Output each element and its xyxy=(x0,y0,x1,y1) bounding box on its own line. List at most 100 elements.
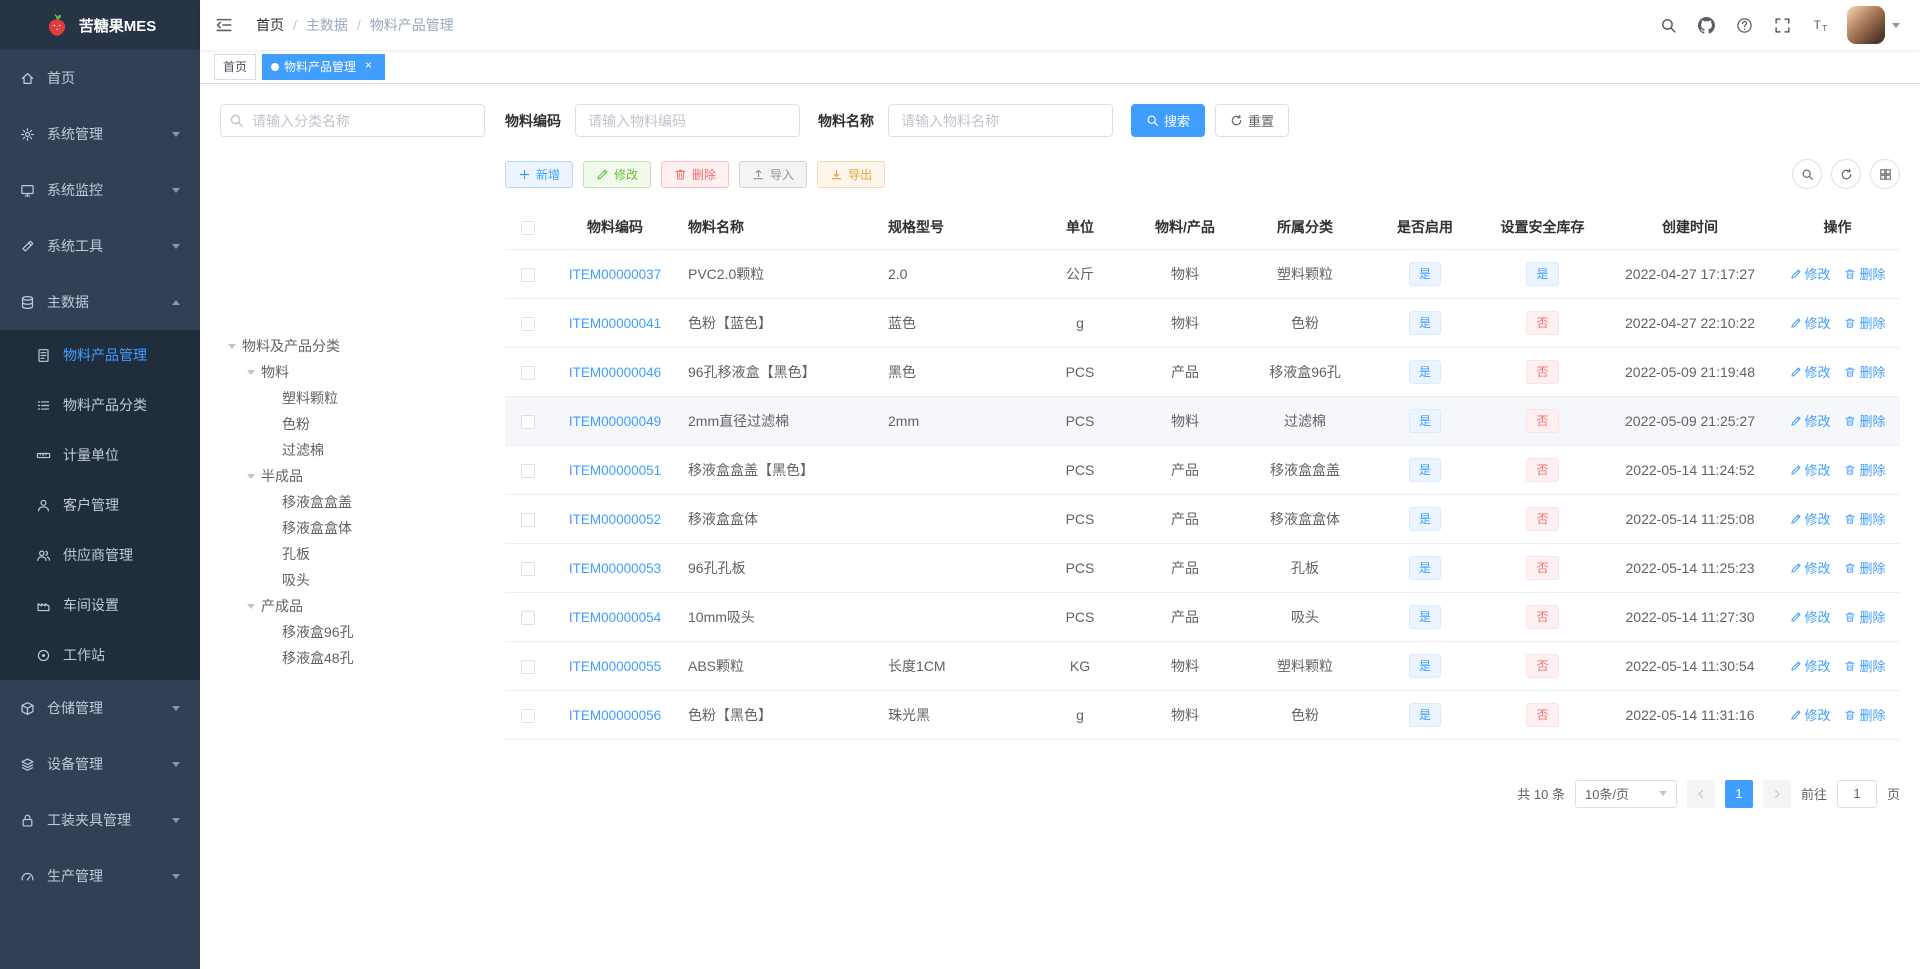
row-delete-link[interactable]: 删除 xyxy=(1844,362,1885,381)
row-delete-link[interactable]: 删除 xyxy=(1844,264,1885,283)
tree-root-node[interactable]: 物料及产品分类 xyxy=(220,333,485,359)
tree-leaf[interactable]: 移液盒96孔 xyxy=(220,619,485,645)
item-code-link[interactable]: ITEM00000041 xyxy=(569,316,661,331)
app-logo[interactable]: 苦糖果MES xyxy=(0,0,200,50)
close-tab-icon[interactable] xyxy=(361,59,376,74)
row-delete-link[interactable]: 删除 xyxy=(1844,460,1885,479)
item-code-link[interactable]: ITEM00000056 xyxy=(569,708,661,723)
search-button[interactable]: 搜索 xyxy=(1131,104,1206,137)
table-row[interactable]: ITEM00000049 2mm直径过滤棉 2mm PCS 物料 过滤棉 是 否… xyxy=(505,396,1900,446)
material-name-input[interactable] xyxy=(888,104,1113,137)
item-code-link[interactable]: ITEM00000051 xyxy=(569,463,661,478)
row-checkbox[interactable] xyxy=(520,463,535,478)
column-settings-button[interactable] xyxy=(1870,159,1900,189)
row-checkbox[interactable] xyxy=(520,512,535,527)
tree-leaf[interactable]: 移液盒盒体 xyxy=(220,515,485,541)
item-code-link[interactable]: ITEM00000052 xyxy=(569,512,661,527)
item-code-link[interactable]: ITEM00000053 xyxy=(569,561,661,576)
row-delete-link[interactable]: 删除 xyxy=(1844,509,1885,528)
export-button[interactable]: 导出 xyxy=(817,160,886,188)
tree-leaf[interactable]: 孔板 xyxy=(220,541,485,567)
item-code-link[interactable]: ITEM00000037 xyxy=(569,267,661,282)
row-checkbox[interactable] xyxy=(520,414,535,429)
delete-button[interactable]: 删除 xyxy=(661,160,730,188)
help-button[interactable] xyxy=(1725,0,1763,50)
fullscreen-button[interactable] xyxy=(1763,0,1801,50)
table-row[interactable]: ITEM00000051 移液盒盒盖【黑色】 PCS 产品 移液盒盒盖 是 否 … xyxy=(505,445,1900,495)
page-size-select[interactable]: 10条/页 xyxy=(1574,779,1677,808)
sidebar-item-system-monitor[interactable]: 系统监控 xyxy=(0,162,200,218)
table-row[interactable]: ITEM00000041 色粉【蓝色】 蓝色 g 物料 色粉 是 否 2022-… xyxy=(505,298,1900,348)
row-edit-link[interactable]: 修改 xyxy=(1790,656,1831,675)
refresh-table-button[interactable] xyxy=(1831,159,1861,189)
page-1-button[interactable]: 1 xyxy=(1724,779,1753,808)
tree-group-semifinished[interactable]: 半成品 xyxy=(220,463,485,489)
row-edit-link[interactable]: 修改 xyxy=(1790,558,1831,577)
item-code-link[interactable]: ITEM00000055 xyxy=(569,659,661,674)
tree-leaf[interactable]: 色粉 xyxy=(220,411,485,437)
row-delete-link[interactable]: 删除 xyxy=(1844,705,1885,724)
sidebar-item-system-management[interactable]: 系统管理 xyxy=(0,106,200,162)
sidebar-toggle-button[interactable] xyxy=(200,0,248,50)
reset-button[interactable]: 重置 xyxy=(1215,104,1290,137)
row-checkbox[interactable] xyxy=(520,561,535,576)
import-button[interactable]: 导入 xyxy=(739,160,808,188)
tree-leaf[interactable]: 吸头 xyxy=(220,567,485,593)
tree-leaf[interactable]: 移液盒盒盖 xyxy=(220,489,485,515)
item-code-link[interactable]: ITEM00000046 xyxy=(569,365,661,380)
tree-leaf[interactable]: 移液盒48孔 xyxy=(220,645,485,671)
row-delete-link[interactable]: 删除 xyxy=(1844,656,1885,675)
table-row[interactable]: ITEM00000055 ABS颗粒 长度1CM KG 物料 塑料颗粒 是 否 … xyxy=(505,641,1900,691)
row-edit-link[interactable]: 修改 xyxy=(1790,460,1831,479)
sidebar-item-home[interactable]: 首页 xyxy=(0,50,200,106)
tree-group-finished[interactable]: 产成品 xyxy=(220,593,485,619)
item-code-link[interactable]: ITEM00000054 xyxy=(569,610,661,625)
font-size-button[interactable] xyxy=(1801,0,1839,50)
sidebar-item-fixture-management[interactable]: 工装夹具管理 xyxy=(0,792,200,848)
user-avatar[interactable] xyxy=(1847,6,1885,44)
item-code-link[interactable]: ITEM00000049 xyxy=(569,414,661,429)
select-all-checkbox[interactable] xyxy=(520,220,535,235)
add-button[interactable]: 新增 xyxy=(505,160,574,188)
row-edit-link[interactable]: 修改 xyxy=(1790,313,1831,332)
row-edit-link[interactable]: 修改 xyxy=(1790,705,1831,724)
sidebar-subitem-supplier-management[interactable]: 供应商管理 xyxy=(0,530,200,580)
goto-page-input[interactable] xyxy=(1836,779,1877,808)
sidebar-subitem-material-product-category[interactable]: 物料产品分类 xyxy=(0,380,200,430)
github-link[interactable] xyxy=(1687,0,1725,50)
row-delete-link[interactable]: 删除 xyxy=(1844,313,1885,332)
tree-leaf[interactable]: 过滤棉 xyxy=(220,437,485,463)
edit-button[interactable]: 修改 xyxy=(583,160,652,188)
sidebar-item-production-management[interactable]: 生产管理 xyxy=(0,848,200,904)
row-edit-link[interactable]: 修改 xyxy=(1790,607,1831,626)
next-page-button[interactable] xyxy=(1762,779,1791,808)
prev-page-button[interactable] xyxy=(1686,779,1715,808)
row-delete-link[interactable]: 删除 xyxy=(1844,411,1885,430)
table-row[interactable]: ITEM00000054 10mm吸头 PCS 产品 吸头 是 否 2022-0… xyxy=(505,592,1900,642)
sidebar-item-warehouse-management[interactable]: 仓储管理 xyxy=(0,680,200,736)
row-checkbox[interactable] xyxy=(520,365,535,380)
row-delete-link[interactable]: 删除 xyxy=(1844,607,1885,626)
tree-group-material[interactable]: 物料 xyxy=(220,359,485,385)
sidebar-subitem-customer-management[interactable]: 客户管理 xyxy=(0,480,200,530)
row-delete-link[interactable]: 删除 xyxy=(1844,558,1885,577)
row-edit-link[interactable]: 修改 xyxy=(1790,264,1831,283)
row-checkbox[interactable] xyxy=(520,708,535,723)
table-row[interactable]: ITEM00000056 色粉【黑色】 珠光黑 g 物料 色粉 是 否 2022… xyxy=(505,690,1900,740)
table-row[interactable]: ITEM00000052 移液盒盒体 PCS 产品 移液盒盒体 是 否 2022… xyxy=(505,494,1900,544)
breadcrumb-item-home[interactable]: 首页 xyxy=(256,15,284,35)
row-checkbox[interactable] xyxy=(520,610,535,625)
user-menu[interactable] xyxy=(1839,6,1908,44)
tab-material-product-management[interactable]: 物料产品管理 xyxy=(262,53,386,80)
sidebar-subitem-measurement-unit[interactable]: 计量单位 xyxy=(0,430,200,480)
row-checkbox[interactable] xyxy=(520,659,535,674)
header-search-button[interactable] xyxy=(1649,0,1687,50)
sidebar-subitem-workstation[interactable]: 工作站 xyxy=(0,630,200,680)
table-row[interactable]: ITEM00000037 PVC2.0颗粒 2.0 公斤 物料 塑料颗粒 是 是… xyxy=(505,249,1900,299)
row-checkbox[interactable] xyxy=(520,316,535,331)
sidebar-subitem-workshop-settings[interactable]: 车间设置 xyxy=(0,580,200,630)
table-row[interactable]: ITEM00000053 96孔孔板 PCS 产品 孔板 是 否 2022-05… xyxy=(505,543,1900,593)
sidebar-item-master-data[interactable]: 主数据 xyxy=(0,274,200,330)
material-code-input[interactable] xyxy=(575,104,800,137)
sidebar-subitem-material-product-management[interactable]: 物料产品管理 xyxy=(0,330,200,380)
